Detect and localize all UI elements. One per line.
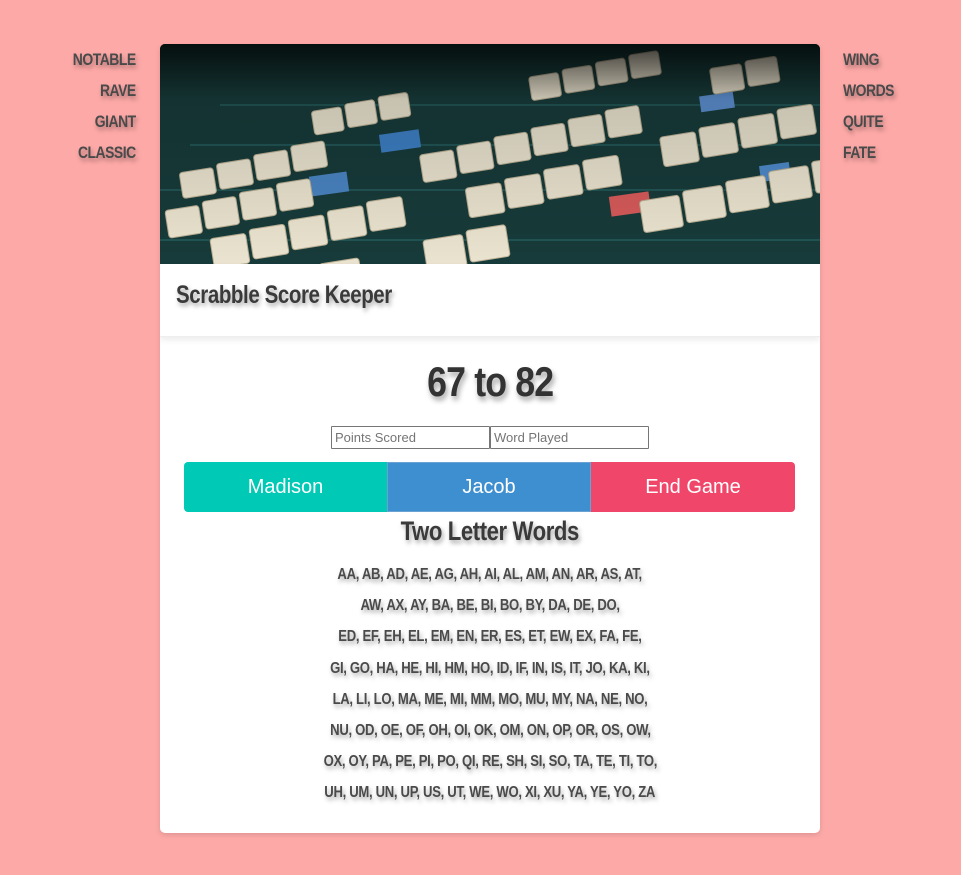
page: NOTABLE RAVE GIANT CLASSIC WING WORDS QU… xyxy=(0,0,961,875)
word-line-text: GI, GO, HA, HE, HI, HM, HO, ID, IF, IN, … xyxy=(330,659,650,677)
two-letter-words-list: AA, AB, AD, AE, AG, AH, AI, AL, AM, AN, … xyxy=(160,559,820,809)
score-text: 67 to 82 xyxy=(426,358,554,405)
word-line-text: LA, LI, LO, MA, ME, MI, MM, MO, MU, MY, … xyxy=(332,690,648,708)
word-line-text: ED, EF, EH, EL, EM, EN, ER, ES, ET, EW, … xyxy=(338,628,642,646)
word-line: OX, OY, PA, PE, PI, PO, QI, RE, SH, SI, … xyxy=(160,746,820,777)
board-tiles-graphic xyxy=(160,44,820,264)
word-line: GI, GO, HA, HE, HI, HM, HO, ID, IF, IN, … xyxy=(160,653,820,684)
word-line: AA, AB, AD, AE, AG, AH, AI, AL, AM, AN, … xyxy=(160,559,820,590)
side-word: CLASSIC xyxy=(78,143,136,162)
points-scored-input[interactable] xyxy=(331,426,490,449)
word-line-text: UH, UM, UN, UP, US, UT, WE, WO, XI, XU, … xyxy=(324,784,656,802)
score-keeper-card: Scrabble Score Keeper 67 to 82 Madison J… xyxy=(160,44,820,833)
word-played-input[interactable] xyxy=(490,426,649,449)
page-title: Scrabble Score Keeper xyxy=(176,281,392,309)
word-line: UH, UM, UN, UP, US, UT, WE, WO, XI, XU, … xyxy=(160,777,820,808)
score-display: 67 to 82 xyxy=(160,358,820,406)
side-word: QUITE xyxy=(843,112,884,131)
side-word: WING xyxy=(843,50,879,69)
word-line: AW, AX, AY, BA, BE, BI, BO, BY, DA, DE, … xyxy=(160,590,820,621)
word-line: LA, LI, LO, MA, ME, MI, MM, MO, MU, MY, … xyxy=(160,684,820,715)
side-word: RAVE xyxy=(100,81,136,100)
word-line-text: OX, OY, PA, PE, PI, PO, QI, RE, SH, SI, … xyxy=(323,753,657,771)
word-line: NU, OD, OE, OF, OH, OI, OK, OM, ON, OP, … xyxy=(160,715,820,746)
score-inputs xyxy=(331,426,649,449)
side-words-right: WING WORDS QUITE FATE xyxy=(843,44,894,168)
word-line-text: AA, AB, AD, AE, AG, AH, AI, AL, AM, AN, … xyxy=(337,566,643,583)
word-line: ED, EF, EH, EL, EM, EN, ER, ES, ET, EW, … xyxy=(160,621,820,652)
end-game-button[interactable]: End Game xyxy=(591,462,795,512)
player2-button[interactable]: Jacob xyxy=(387,462,591,512)
card-header: Scrabble Score Keeper xyxy=(160,264,820,337)
side-word: WORDS xyxy=(843,81,894,100)
side-words-left: NOTABLE RAVE GIANT CLASSIC xyxy=(73,44,136,168)
side-word: FATE xyxy=(843,143,876,162)
scrabble-board-image xyxy=(160,44,820,264)
word-line-text: NU, OD, OE, OF, OH, OI, OK, OM, ON, OP, … xyxy=(329,721,651,739)
two-letter-words-title: Two Letter Words xyxy=(400,516,580,546)
two-letter-words-heading: Two Letter Words xyxy=(160,516,820,547)
player1-button[interactable]: Madison xyxy=(184,462,387,512)
side-word: GIANT xyxy=(95,112,136,131)
player-buttons: Madison Jacob End Game xyxy=(184,462,795,512)
side-word: NOTABLE xyxy=(73,50,136,69)
word-line-text: AW, AX, AY, BA, BE, BI, BO, BY, DA, DE, … xyxy=(360,597,620,615)
